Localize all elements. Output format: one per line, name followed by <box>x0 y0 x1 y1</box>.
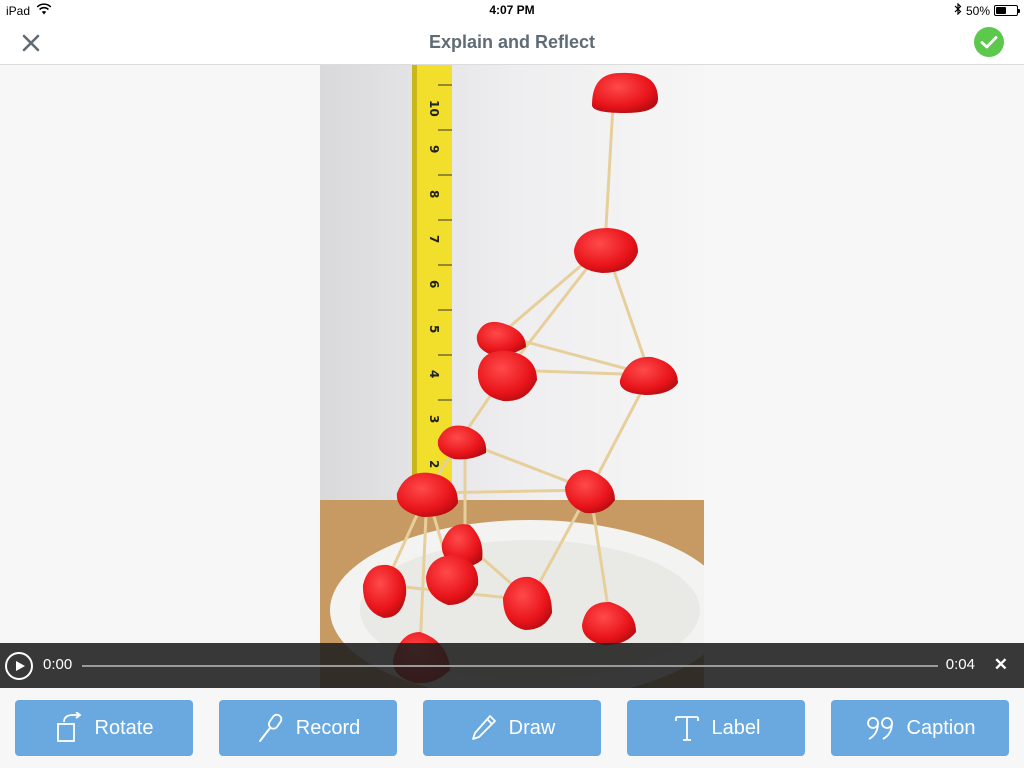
ruler-number: 7 <box>427 235 441 243</box>
ruler-number: 6 <box>427 280 441 288</box>
close-player-icon[interactable]: ✕ <box>994 656 1008 674</box>
text-icon <box>674 716 699 741</box>
ruler-number: 5 <box>427 325 441 333</box>
ruler-number: 2 <box>427 460 441 468</box>
bluetooth-icon <box>954 2 962 18</box>
nav-bar: Explain and Reflect <box>0 20 1024 65</box>
done-button[interactable] <box>974 27 1004 57</box>
audio-player: 0:00 0:04 ✕ <box>0 643 1024 688</box>
draw-button[interactable]: Draw <box>423 700 601 756</box>
battery-level <box>996 7 1006 14</box>
status-time: 4:07 PM <box>489 3 535 17</box>
page-title: Explain and Reflect <box>428 32 596 52</box>
play-button[interactable] <box>5 652 33 680</box>
rotate-label: Rotate <box>94 716 154 739</box>
caption-button[interactable]: Caption <box>831 700 1009 756</box>
status-bar: iPad 4:07 PM 50% <box>0 0 1024 20</box>
current-time: 0:00 <box>43 656 73 673</box>
label-label: Label <box>711 716 761 739</box>
ruler-number: 10 <box>427 100 441 117</box>
draw-label: Draw <box>508 716 556 739</box>
caption-label: Caption <box>906 716 976 739</box>
battery-percent: 50% <box>965 3 990 18</box>
label-button[interactable]: Label <box>627 700 805 756</box>
ruler-number: 8 <box>427 190 441 198</box>
quote-icon <box>866 717 893 740</box>
ruler-number: 3 <box>427 415 441 423</box>
record-label: Record <box>295 716 361 739</box>
ruler-number: 9 <box>427 145 441 153</box>
rotate-icon <box>56 712 82 742</box>
progress-track[interactable] <box>82 665 938 667</box>
record-button[interactable]: Record <box>219 700 397 756</box>
rotate-button[interactable]: Rotate <box>15 700 193 756</box>
battery-icon <box>994 5 1020 16</box>
gumdrop-structure-photo[interactable]: 10 9 8 7 6 5 4 3 2 <box>320 65 704 688</box>
pencil-icon <box>471 715 496 740</box>
duration: 0:04 <box>945 656 975 673</box>
toolbar: Rotate Record Draw Label Caption <box>0 688 1024 768</box>
media-viewer: 10 9 8 7 6 5 4 3 2 <box>0 65 1024 688</box>
ruler-number: 4 <box>427 370 441 378</box>
microphone-icon <box>258 713 282 742</box>
checkmark-icon <box>980 36 998 49</box>
